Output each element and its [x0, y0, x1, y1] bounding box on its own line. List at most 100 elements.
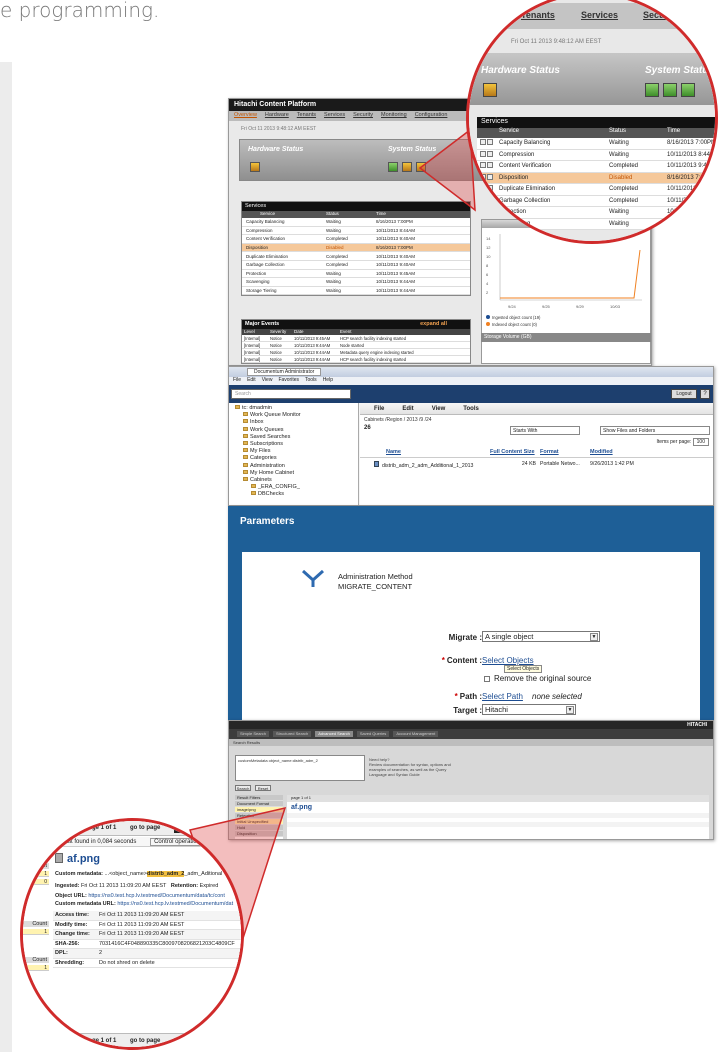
- select-objects-link[interactable]: Select Objects: [482, 656, 534, 665]
- nav-tenants[interactable]: Tenants: [297, 112, 316, 120]
- tree-item[interactable]: DBChecks: [235, 491, 358, 498]
- event-row[interactable]: [Internal] Notice 10/11/2013 9:45AM HCP sea…: [242, 335, 470, 342]
- file-row[interactable]: distrib_adm_2_adm_Additional_1_2013 24 K…: [360, 461, 713, 470]
- zoom-nav-security[interactable]: Security: [643, 10, 679, 20]
- control-operations-select[interactable]: Control operations: [150, 838, 208, 846]
- zoom-system-ok-icon-2[interactable]: [663, 83, 677, 97]
- zoom-service-row[interactable]: Compression Waiting 10/11/2013 8:44AM: [477, 150, 715, 161]
- help-button[interactable]: ?: [700, 389, 710, 399]
- filter-mode-select[interactable]: Starts With: [510, 426, 580, 435]
- zoom-result-title[interactable]: af.png: [67, 853, 100, 865]
- play-icon[interactable]: [487, 196, 493, 203]
- service-row[interactable]: Duplicate Elimination Completed 10/11/2013…: [242, 252, 470, 261]
- menu-help[interactable]: Help: [323, 377, 333, 385]
- col-size[interactable]: Full Content Size: [490, 449, 540, 457]
- zoom-service-row[interactable]: Protection Waiting 10/11/2013: [477, 207, 715, 219]
- migrate-select[interactable]: A single object ▼: [482, 631, 600, 642]
- play-icon[interactable]: [487, 139, 493, 146]
- items-per-page-select[interactable]: 100: [692, 438, 709, 446]
- checkbox-icon[interactable]: [480, 219, 486, 226]
- zoom-system-ok-icon-3[interactable]: [681, 83, 695, 97]
- content-menu-edit[interactable]: Edit: [402, 406, 413, 412]
- select-path-link[interactable]: Select Path: [482, 692, 523, 701]
- query-input[interactable]: customMetadata object_name:distrib_adm_2: [235, 755, 365, 781]
- menu-edit[interactable]: Edit: [247, 377, 256, 385]
- tree-item[interactable]: Work Queues: [235, 426, 358, 434]
- service-row[interactable]: Content Verification Completed 10/11/2013 …: [242, 235, 470, 244]
- play-icon[interactable]: [487, 208, 493, 215]
- zoom-service-row[interactable]: Duplicate Elimination Completed 10/11/2013…: [477, 184, 715, 196]
- service-row[interactable]: Protection Waiting 10/11/2013 9:45AM: [242, 270, 470, 279]
- result-title[interactable]: af.png: [287, 802, 709, 813]
- tab-advanced-search[interactable]: Advanced Search: [315, 731, 353, 737]
- service-row[interactable]: Capacity Balancing Waiting 8/16/2013 7:00P…: [242, 218, 470, 227]
- event-row[interactable]: [Internal] Notice 10/11/2013 9:44AM Metadat…: [242, 349, 470, 356]
- tree-item[interactable]: Cabinets: [235, 476, 358, 484]
- zoom-nav-services[interactable]: Services: [581, 10, 618, 20]
- system-warning-icon[interactable]: [402, 162, 412, 172]
- content-menu-file[interactable]: File: [374, 406, 384, 412]
- zoom-service-row[interactable]: Disposition Disabled 8/16/2013 7:00PM: [477, 172, 715, 184]
- play-icon[interactable]: [487, 162, 493, 169]
- zoom-service-row[interactable]: Capacity Balancing Waiting 8/16/2013 7:00P…: [477, 138, 715, 150]
- reset-button[interactable]: Reset: [255, 785, 271, 791]
- checkbox-icon[interactable]: [480, 208, 486, 215]
- system-warning-icon-2[interactable]: [416, 162, 426, 172]
- logout-button[interactable]: Logout: [671, 389, 697, 399]
- nav-services[interactable]: Services: [324, 112, 345, 120]
- menu-view[interactable]: View: [262, 377, 273, 385]
- tree-item[interactable]: _ERA_CONFIG_: [235, 484, 358, 491]
- menu-tools[interactable]: Tools: [305, 377, 317, 385]
- content-menu-tools[interactable]: Tools: [463, 406, 479, 412]
- tree-item[interactable]: tc: dmadmin: [235, 405, 358, 412]
- zoom-go-button[interactable]: go: [174, 825, 189, 833]
- service-row[interactable]: Garbage Collection Completed 10/11/2013 9:…: [242, 261, 470, 270]
- col-modified[interactable]: Modified: [590, 449, 613, 457]
- service-row[interactable]: Storage Tiering Waiting 10/11/2013 9:44AM: [242, 287, 470, 296]
- custom-url-link[interactable]: https://ns0.test.hcp.lv.testmed/Document…: [117, 901, 233, 907]
- breadcrumb[interactable]: Cabinets /Region / 2013 /9 /24: [360, 415, 713, 425]
- zoom-service-row[interactable]: Scavenging Waiting 10/11/: [477, 219, 715, 230]
- nav-hardware[interactable]: Hardware: [265, 112, 289, 120]
- nav-configuration[interactable]: Configuration: [415, 112, 448, 120]
- play-icon[interactable]: [487, 173, 493, 180]
- filter-disposition[interactable]: Disposition: [235, 831, 283, 837]
- hardware-status-icon[interactable]: [250, 162, 260, 172]
- tree-item[interactable]: Administration: [235, 462, 358, 470]
- play-icon[interactable]: [487, 219, 493, 226]
- checkbox-icon[interactable]: [480, 162, 486, 169]
- nav-security[interactable]: Security: [353, 112, 373, 120]
- zoom-hardware-icon[interactable]: [483, 83, 497, 97]
- checkbox-icon[interactable]: [480, 173, 486, 180]
- expand-all-link[interactable]: expand all: [420, 321, 447, 327]
- event-row[interactable]: [Internal] Notice 10/11/2013 9:44AM Node st…: [242, 342, 470, 349]
- nav-monitoring[interactable]: Monitoring: [381, 112, 407, 120]
- tab-saved-queries[interactable]: Saved Queries: [356, 731, 390, 737]
- checkbox-icon[interactable]: [480, 150, 486, 157]
- zoom-system-ok-icon[interactable]: [645, 83, 659, 97]
- service-row[interactable]: Compression Waiting 10/11/2013 8:44AM: [242, 227, 470, 236]
- tree-item[interactable]: My Home Cabinet: [235, 469, 358, 477]
- tree-item[interactable]: My Files: [235, 448, 358, 455]
- play-icon[interactable]: [487, 185, 493, 192]
- tree-item[interactable]: Saved Searches: [235, 433, 358, 441]
- target-select[interactable]: Hitachi ▼: [482, 704, 576, 715]
- search-button[interactable]: Search: [235, 785, 251, 791]
- remove-source-checkbox[interactable]: [484, 676, 490, 682]
- event-row[interactable]: [Internal] Notice 10/11/2013 9:44AM HCP sea…: [242, 356, 470, 363]
- zoom-service-row[interactable]: Content Verification Completed 10/11/2013 …: [477, 161, 715, 173]
- play-icon[interactable]: [487, 150, 493, 157]
- zoom-nav-tenants[interactable]: Tenants: [521, 10, 555, 20]
- system-ok-icon[interactable]: [388, 162, 398, 172]
- file-name[interactable]: distrib_adm_2_adm_Additional_1_2013: [360, 461, 490, 470]
- col-format[interactable]: Format: [540, 449, 590, 457]
- object-url-link[interactable]: https://ns0.test.hcp.lv.testmed/Document…: [88, 893, 225, 899]
- tree-item[interactable]: Work Queue Monitor: [235, 412, 358, 419]
- checkbox-icon[interactable]: [480, 139, 486, 146]
- browser-tab[interactable]: Documentum Administrator: [247, 368, 322, 376]
- zoom-go-button[interactable]: go: [174, 1038, 189, 1046]
- show-mode-select[interactable]: Show Files and Folders: [600, 426, 710, 435]
- col-name[interactable]: Name: [360, 449, 490, 457]
- content-menu-view[interactable]: View: [432, 406, 446, 412]
- tree-item[interactable]: Subscriptions: [235, 440, 358, 448]
